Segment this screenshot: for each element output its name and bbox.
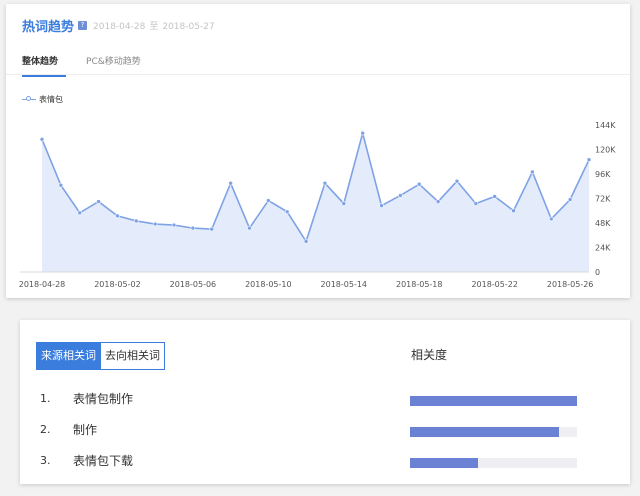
data-point <box>398 193 403 198</box>
x-tick-label: 2018-05-26 <box>547 280 594 289</box>
y-tick-label: 72K <box>595 195 611 204</box>
data-point <box>228 180 233 186</box>
related-toggle-group: 来源相关词 去向相关词 <box>36 342 165 370</box>
related-words-card: 来源相关词 去向相关词 相关度 1. 表情包制作 2. 制作 3. 表情包下载 <box>20 320 630 484</box>
x-tick-label: 2018-05-22 <box>471 280 518 289</box>
data-point <box>284 209 290 215</box>
data-point <box>341 201 347 206</box>
list-item[interactable]: 1. 表情包制作 <box>40 390 600 421</box>
x-tick-label: 2018-05-18 <box>396 280 443 289</box>
relevance-header: 相关度 <box>411 348 448 362</box>
relevance-bar-fill <box>410 396 577 406</box>
data-point <box>209 226 215 232</box>
data-point <box>39 136 45 142</box>
y-tick-label: 0 <box>595 268 600 277</box>
relevance-bar-track <box>410 427 577 437</box>
data-point <box>247 225 252 231</box>
y-tick-label: 48K <box>595 219 611 228</box>
data-point <box>454 178 460 184</box>
data-point <box>96 199 101 204</box>
trend-card: 热词趋势 ? 2018-04-28 至 2018-05-27 整体趋势 PC&移动趋… <box>6 4 630 298</box>
source-related-button[interactable]: 来源相关词 <box>36 342 101 370</box>
data-point <box>416 181 422 187</box>
y-tick-label: 120K <box>595 146 616 155</box>
data-point <box>567 197 573 202</box>
relevance-bar-fill <box>410 427 559 437</box>
relevance-bar-track <box>410 458 577 468</box>
list-item-term[interactable]: 制作 <box>73 421 97 438</box>
related-list: 1. 表情包制作 2. 制作 3. 表情包下载 <box>40 390 600 483</box>
data-point <box>548 216 554 222</box>
x-tick-label: 2018-05-14 <box>321 280 368 289</box>
data-point <box>171 222 177 228</box>
list-item-term[interactable]: 表情包下载 <box>73 452 133 469</box>
data-point <box>152 221 158 227</box>
data-point <box>303 239 309 244</box>
data-point <box>77 210 83 216</box>
data-point <box>435 199 441 204</box>
relevance-bar-track <box>410 396 577 406</box>
relevance-bar-fill <box>410 458 479 468</box>
list-item-number: 1. <box>40 392 51 405</box>
list-item-number: 3. <box>40 454 51 467</box>
data-point <box>115 213 120 219</box>
data-point <box>190 225 196 231</box>
y-tick-label: 144K <box>595 121 616 130</box>
list-item-number: 2. <box>40 423 51 436</box>
list-item[interactable]: 3. 表情包下载 <box>40 452 600 483</box>
list-item-term[interactable]: 表情包制作 <box>73 390 133 407</box>
data-point <box>266 198 271 203</box>
data-point <box>511 208 516 214</box>
data-point <box>473 201 479 206</box>
data-point <box>492 194 497 199</box>
data-point <box>134 218 139 224</box>
x-tick-label: 2018-05-02 <box>94 280 141 289</box>
data-point <box>58 182 64 188</box>
data-point <box>379 203 384 208</box>
data-point <box>322 180 328 186</box>
area-fill <box>42 133 589 272</box>
data-point <box>360 130 365 136</box>
data-point <box>586 157 592 163</box>
list-item[interactable]: 2. 制作 <box>40 421 600 452</box>
trend-chart: 144K 120K 96K 72K 48K 24K 0 2018-04-28 2018-05-0… <box>19 121 617 289</box>
y-tick-label: 96K <box>595 170 611 179</box>
x-tick-label: 2018-05-10 <box>245 280 292 289</box>
data-point <box>530 169 535 175</box>
target-related-button[interactable]: 去向相关词 <box>101 342 165 370</box>
x-tick-label: 2018-05-06 <box>170 280 217 289</box>
x-tick-label: 2018-04-28 <box>19 280 66 289</box>
y-tick-label: 24K <box>595 244 611 253</box>
